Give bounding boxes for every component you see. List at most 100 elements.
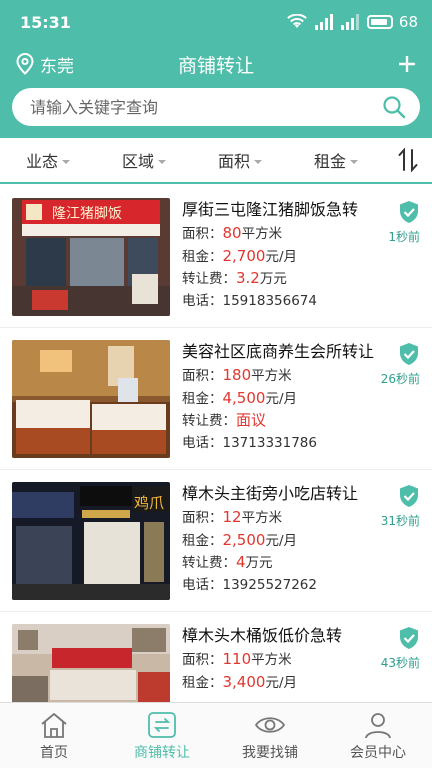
filter-label: 业态: [25, 152, 58, 171]
nav-home-label: 首页: [40, 745, 68, 761]
fee-value: 4: [236, 553, 246, 571]
listing-phone: 电话：13713331786: [182, 433, 420, 455]
location-pin-icon: [16, 53, 34, 75]
phone-value: 13925527262: [222, 576, 317, 593]
eye-icon: [254, 717, 286, 733]
title-bar: 东莞 商铺转让: [0, 44, 432, 84]
listing-info: 樟木头主街旁小吃店转让 面积：12平方米 租金：2,500元/月 转让费：4万元…: [182, 482, 420, 611]
search-icon[interactable]: [382, 95, 406, 119]
nav-member-center-label: 会员中心: [350, 745, 406, 761]
fee-label: 转让费：: [182, 413, 236, 429]
fee-label: 转让费：: [182, 555, 236, 571]
location-label: 东莞: [40, 56, 74, 77]
verified-shield-icon: [400, 201, 418, 223]
nav-member-center[interactable]: 会员中心: [324, 703, 432, 768]
svg-text:鸡爪: 鸡爪: [134, 494, 164, 512]
rent-unit: 元/月: [265, 674, 298, 691]
nav-find-shop[interactable]: 我要找铺: [216, 703, 324, 768]
listing-item[interactable]: 美容社区底商养生会所转让 面积：180平方米 租金：4,500元/月 转让费：面…: [0, 328, 432, 470]
area-label: 面积：: [182, 510, 223, 526]
listing-info: 美容社区底商养生会所转让 面积：180平方米 租金：4,500元/月 转让费：面…: [182, 340, 420, 469]
svg-text:隆江猪脚饭: 隆江猪脚饭: [52, 206, 122, 222]
caret-down-icon: [350, 159, 358, 164]
caret-down-icon: [62, 159, 70, 164]
area-unit: 平方米: [241, 226, 283, 242]
filter-label: 面积: [217, 152, 250, 171]
caret-down-icon: [158, 159, 166, 164]
fee-unit: 万元: [259, 271, 287, 287]
listing-photo-restaurant: 隆江猪脚饭: [12, 198, 170, 316]
add-button[interactable]: [398, 50, 416, 78]
area-value: 110: [222, 650, 252, 668]
listing-time: 43秒前: [380, 656, 420, 670]
filter-label: 租金: [313, 152, 346, 171]
listing-rent: 租金：3,400元/月: [182, 672, 420, 695]
fee-unit: 万元: [245, 555, 273, 571]
rent-value: 2,500: [222, 530, 266, 549]
listing-rent: 租金：2,700元/月: [182, 246, 420, 269]
user-icon: [365, 713, 391, 739]
plus-icon: [399, 56, 415, 72]
nav-find-shop-label: 我要找铺: [242, 745, 298, 761]
area-unit: 平方米: [251, 652, 292, 668]
listing-item[interactable]: 樟木头木桶饭低价急转 面积：110平方米 租金：3,400元/月 43秒前: [0, 612, 432, 702]
rent-unit: 元/月: [265, 390, 298, 407]
rent-unit: 元/月: [265, 532, 298, 549]
search-input[interactable]: [30, 97, 382, 117]
area-value: 80: [222, 224, 242, 242]
fee-label: 转让费：: [182, 271, 236, 287]
phone-label: 电话：: [182, 434, 223, 451]
filter-industry[interactable]: 业态: [0, 148, 96, 172]
listing-rent: 租金：2,500元/月: [182, 530, 420, 553]
area-unit: 平方米: [241, 510, 283, 526]
rent-unit: 元/月: [265, 248, 298, 265]
battery-icon: [366, 15, 393, 29]
app-header: 15:31 68 东莞 商铺转让: [0, 0, 432, 138]
status-bar: 15:31 68: [0, 0, 432, 44]
search-bar: [12, 88, 420, 126]
caret-down-icon: [254, 159, 262, 164]
listing-list: 隆江猪脚饭 厚街三屯隆江猪脚饭急转 面积：80平方米 租金：2,700元/月 转…: [0, 186, 432, 702]
rent-label: 租金：: [182, 674, 223, 691]
wifi-icon: [287, 14, 307, 28]
nav-home[interactable]: 首页: [0, 703, 108, 768]
filter-region[interactable]: 区域: [96, 148, 192, 172]
bottom-nav: 首页 商铺转让 我要找铺 会员中心: [0, 702, 432, 768]
phone-value: 15918356674: [222, 292, 317, 309]
sort-icon: [398, 148, 418, 172]
listing-photo-rice-shop: [12, 624, 170, 702]
verified-shield-icon: [400, 343, 418, 365]
status-time: 15:31: [20, 12, 71, 32]
phone-value: 13713331786: [222, 434, 317, 451]
transfer-icon: [148, 712, 176, 738]
listing-fee: 转让费：面议: [182, 410, 420, 433]
area-value: 12: [222, 508, 242, 526]
signal-icon: [314, 14, 333, 30]
signal-icon: [340, 14, 359, 30]
listing-time: 31秒前: [380, 514, 420, 528]
rent-value: 4,500: [222, 388, 266, 407]
home-icon: [41, 713, 67, 738]
location-selector[interactable]: 东莞: [16, 52, 74, 77]
listing-time: 1秒前: [388, 230, 420, 244]
verified-shield-icon: [400, 627, 418, 649]
listing-fee: 转让费：3.2万元: [182, 268, 420, 291]
listing-item[interactable]: 鸡爪 樟木头主街旁小吃店转让 面积：12平方米 租金：2,500元/月 转让费：…: [0, 470, 432, 612]
listing-phone: 电话：15918356674: [182, 291, 420, 313]
sort-button[interactable]: [384, 148, 432, 172]
nav-shop-transfer[interactable]: 商铺转让: [108, 703, 216, 768]
listing-item[interactable]: 隆江猪脚饭 厚街三屯隆江猪脚饭急转 面积：80平方米 租金：2,700元/月 转…: [0, 186, 432, 328]
area-unit: 平方米: [251, 368, 292, 384]
filter-bar: 业态 区域 面积 租金: [0, 138, 432, 184]
listing-fee: 转让费：4万元: [182, 552, 420, 575]
rent-label: 租金：: [182, 390, 223, 407]
filter-rent[interactable]: 租金: [288, 148, 384, 172]
listing-area: 面积：80平方米: [182, 223, 420, 246]
rent-label: 租金：: [182, 532, 223, 549]
verified-shield-icon: [400, 485, 418, 507]
area-label: 面积：: [182, 652, 223, 668]
listing-photo-snack-shop: 鸡爪: [12, 482, 170, 600]
listing-title: 樟木头主街旁小吃店转让: [182, 484, 359, 503]
rent-label: 租金：: [182, 248, 223, 265]
filter-area[interactable]: 面积: [192, 148, 288, 172]
